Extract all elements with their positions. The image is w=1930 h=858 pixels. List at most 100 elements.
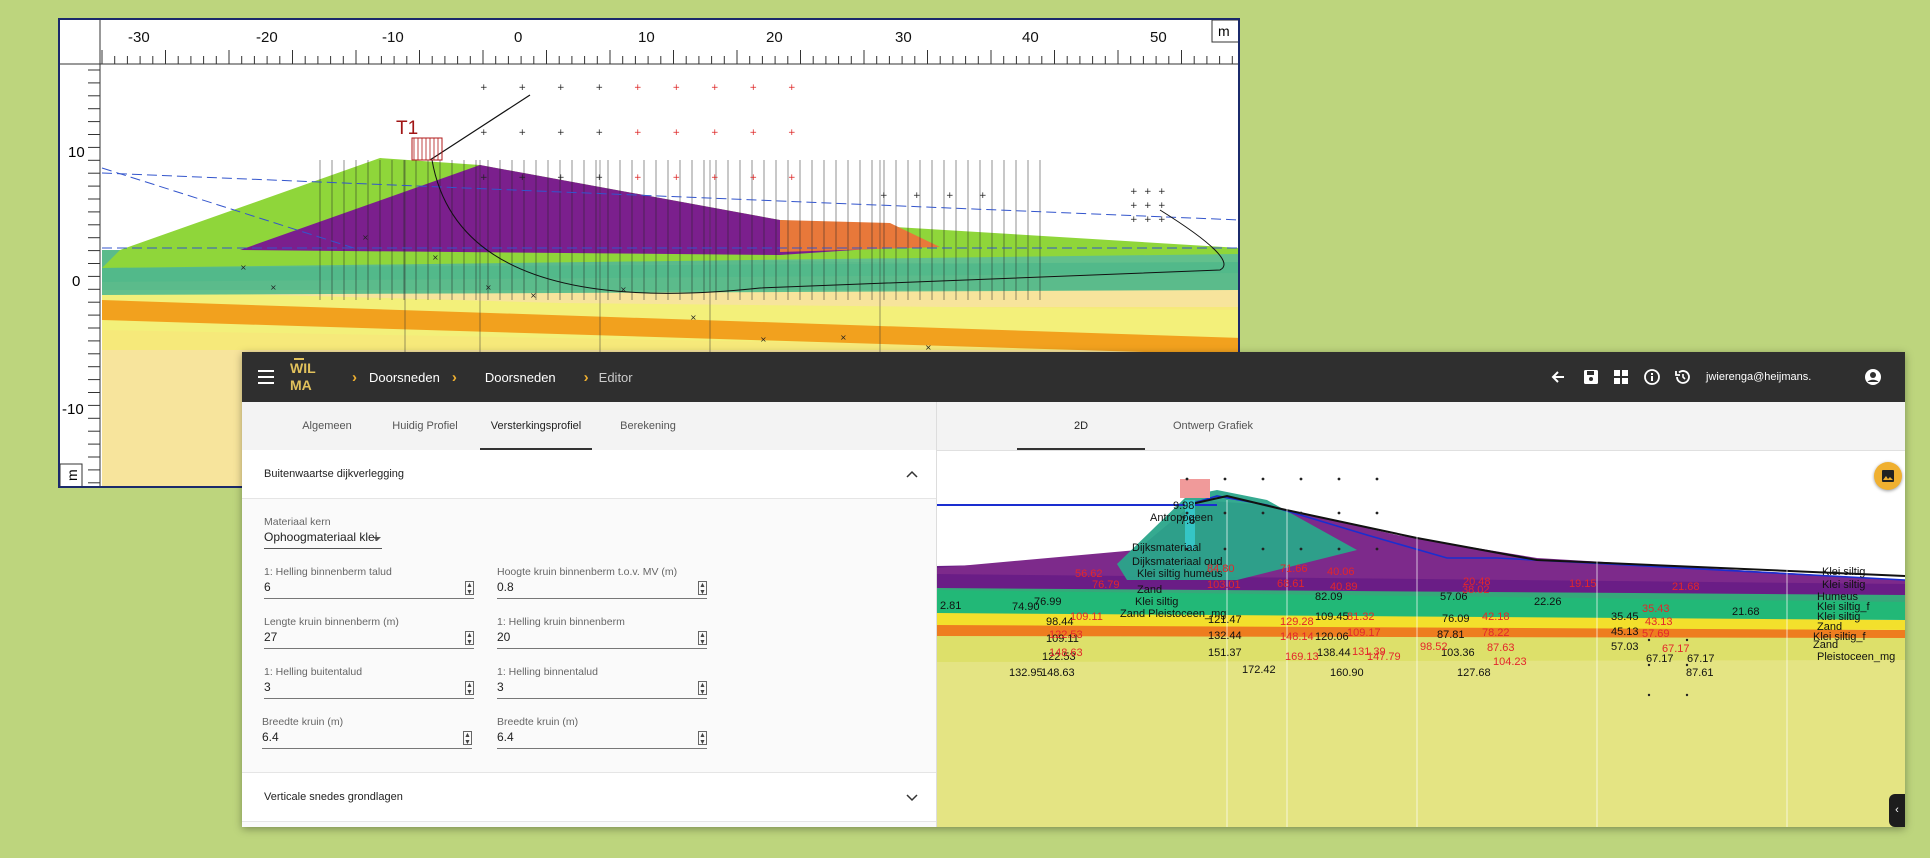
plot-label: 35.45 xyxy=(1611,611,1639,623)
svg-text:+: + xyxy=(480,83,488,93)
plot-label-red: 35.43 xyxy=(1642,603,1670,615)
svg-text:+: + xyxy=(480,128,488,138)
plot-label: 9.98 xyxy=(1173,500,1194,512)
field-value[interactable]: 3 xyxy=(497,680,504,694)
helling-binnenberm-talud-field[interactable]: 1: Helling binnenberm talud 6 ▲ ▼ xyxy=(264,566,474,599)
history-icon[interactable] xyxy=(1672,366,1694,388)
plot-label-red: 87.63 xyxy=(1487,642,1515,654)
svg-text:+: + xyxy=(979,191,987,201)
image-export-button[interactable] xyxy=(1874,462,1902,490)
breadcrumb-item-current[interactable]: Editor xyxy=(599,370,633,385)
cad-x-tick: 40 xyxy=(1022,29,1039,46)
field-value[interactable]: 0.8 xyxy=(497,580,514,594)
spinner-icon[interactable]: ▲ ▼ xyxy=(465,581,474,596)
field-value[interactable]: 20 xyxy=(497,630,510,644)
account-icon[interactable] xyxy=(1862,366,1884,388)
dashboard-icon[interactable] xyxy=(1610,366,1632,388)
menu-icon[interactable] xyxy=(258,352,276,402)
spinner-icon[interactable]: ▲ ▼ xyxy=(698,581,707,596)
svg-text:+: + xyxy=(519,128,527,138)
cross-section-plot[interactable]: 9.987.6AntropogeenDijksmateriaalDijksmat… xyxy=(937,450,1905,827)
plot-label-red: 40.06 xyxy=(1327,566,1355,578)
svg-text:+: + xyxy=(557,83,565,93)
helling-kruin-binnenberm-field[interactable]: 1: Helling kruin binnenberm 20 ▲ ▼ xyxy=(497,616,707,649)
collapse-panel-button[interactable]: ‹ xyxy=(1889,794,1905,827)
svg-text:×: × xyxy=(620,285,627,294)
plot-label-red: 67.17 xyxy=(1662,643,1690,655)
plot-label: 22.26 xyxy=(1534,596,1562,608)
plot-label: 57.03 xyxy=(1611,641,1639,653)
cad-x-tick: 10 xyxy=(638,29,655,46)
helling-buitentalud-field[interactable]: 1: Helling buitentalud 3 ▲ ▼ xyxy=(264,666,474,699)
field-value[interactable]: 6.4 xyxy=(497,730,514,744)
plot-label-red: 71.66 xyxy=(1280,563,1308,575)
field-value[interactable]: 27 xyxy=(264,630,277,644)
field-label: 1: Helling binnentalud xyxy=(497,666,598,678)
tab-huidig-profiel[interactable]: Huidig Profiel xyxy=(382,402,468,450)
svg-text:+: + xyxy=(711,128,719,138)
tab-algemeen[interactable]: Algemeen xyxy=(292,402,362,450)
user-email[interactable]: jwierenga@heijmans. xyxy=(1706,352,1811,402)
plot-label-red: 68.61 xyxy=(1277,578,1305,590)
spinner-icon[interactable]: ▲ ▼ xyxy=(465,631,474,646)
spinner-icon[interactable]: ▲ ▼ xyxy=(698,681,707,696)
svg-text:+: + xyxy=(1130,201,1138,211)
app-logo[interactable]: WIL MA xyxy=(290,358,330,396)
field-label: Breedte kruin (m) xyxy=(262,716,344,728)
lengte-kruin-binnenberm-field[interactable]: Lengte kruin binnenberm (m) 27 ▲ ▼ xyxy=(264,616,474,649)
breadcrumb-item[interactable]: Doorsneden xyxy=(369,370,440,385)
svg-text:+: + xyxy=(596,128,604,138)
plot-label: 121.47 xyxy=(1208,614,1242,626)
back-arrow-icon[interactable] xyxy=(1548,366,1570,388)
material-value-text: Ophoogmateriaal klei xyxy=(264,530,378,544)
plot-label: 45.13 xyxy=(1611,626,1639,638)
field-label: 1: Helling kruin binnenberm xyxy=(497,616,625,628)
breedte-kruin-field-2[interactable]: Breedte kruin (m) 6.4 ▲ ▼ xyxy=(497,716,707,749)
info-icon[interactable] xyxy=(1641,366,1663,388)
plot-label: Dijksmateriaal xyxy=(1132,542,1201,554)
svg-text:+: + xyxy=(1144,201,1152,211)
material-value: Ophoogmateriaal klei xyxy=(264,530,382,549)
tab-2d[interactable]: 2D xyxy=(1017,402,1145,450)
tab-ontwerp-grafiek[interactable]: Ontwerp Grafiek xyxy=(1145,402,1281,450)
spinner-icon[interactable]: ▲ ▼ xyxy=(465,681,474,696)
field-value[interactable]: 3 xyxy=(264,680,271,694)
breedte-kruin-field[interactable]: Breedte kruin (m) 6.4 ▲ ▼ xyxy=(262,716,472,749)
cad-x-tick: 0 xyxy=(514,29,522,46)
svg-text:+: + xyxy=(788,173,796,183)
plot-label-red: 169.13 xyxy=(1285,651,1319,663)
breadcrumb-item[interactable]: Doorsneden xyxy=(485,370,556,385)
material-select[interactable]: Materiaal kern Ophoogmateriaal klei xyxy=(264,516,382,549)
field-value[interactable]: 6 xyxy=(264,580,271,594)
plot-label: Antropogeen xyxy=(1150,512,1213,524)
chevron-up-icon xyxy=(906,470,918,478)
plot-label-red: 122.53 xyxy=(1049,629,1083,641)
image-icon xyxy=(1882,470,1894,482)
plot-label: 76.99 xyxy=(1034,596,1062,608)
app-window: WIL MA › Doorsneden › Doorsneden › Edito… xyxy=(242,352,1905,827)
svg-text:+: + xyxy=(673,83,681,93)
cad-y-unit: m xyxy=(64,469,80,481)
hoogte-kruin-binnenberm-field[interactable]: Hoogte kruin binnenberm t.o.v. MV (m) 0.… xyxy=(497,566,707,599)
plot-label-red: 21.68 xyxy=(1672,581,1700,593)
svg-text:+: + xyxy=(750,83,758,93)
spinner-icon[interactable]: ▲ ▼ xyxy=(463,731,472,746)
save-icon[interactable] xyxy=(1580,366,1602,388)
field-value[interactable]: 6.4 xyxy=(262,730,279,744)
material-label: Materiaal kern xyxy=(264,516,331,528)
svg-text:+: + xyxy=(1130,215,1138,225)
tab-berekening[interactable]: Berekening xyxy=(606,402,690,450)
section-header-buitenwaartse[interactable]: Buitenwaartse dijkverlegging xyxy=(242,450,936,499)
spinner-icon[interactable]: ▲ ▼ xyxy=(698,731,707,746)
section-header-verticale-snedes[interactable]: Verticale snedes grondlagen xyxy=(242,772,936,822)
helling-binnentalud-field[interactable]: 1: Helling binnentalud 3 ▲ ▼ xyxy=(497,666,707,699)
spinner-icon[interactable]: ▲ ▼ xyxy=(698,631,707,646)
cad-y-tick: 0 xyxy=(72,273,80,290)
field-label: 1: Helling binnenberm talud xyxy=(264,566,392,578)
tab-versterkingsprofiel[interactable]: Versterkingsprofiel xyxy=(480,402,592,450)
plot-label: 21.68 xyxy=(1732,606,1760,618)
plot-label-red: 19.15 xyxy=(1569,578,1597,590)
plot-label: Klei siltig xyxy=(1135,596,1178,608)
svg-text:+: + xyxy=(1158,215,1166,225)
plot-label-red: 103.01 xyxy=(1207,579,1241,591)
